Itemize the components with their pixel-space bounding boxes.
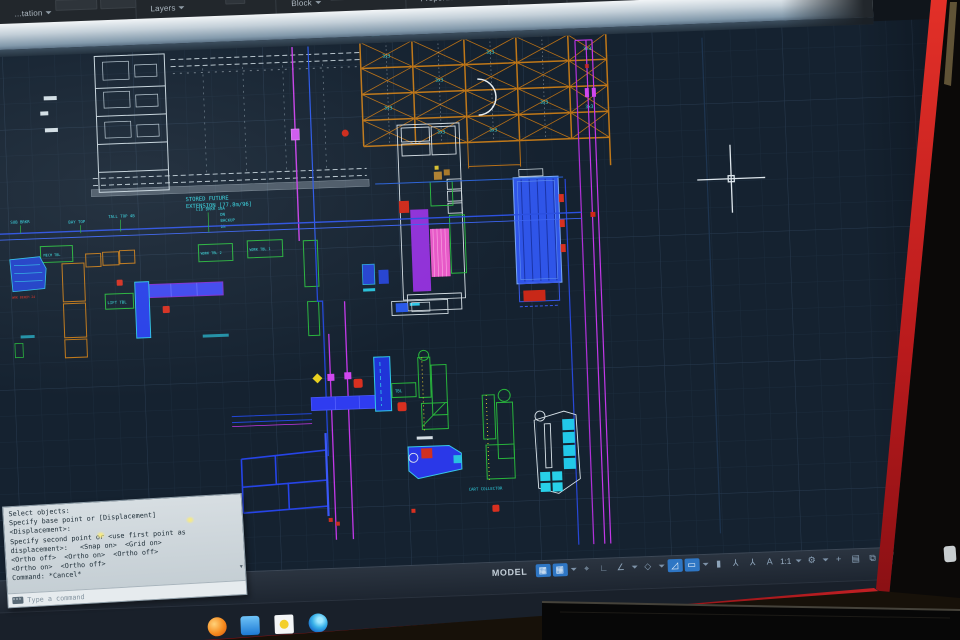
annotation-scale-icon[interactable]: A <box>762 555 777 569</box>
ribbon-panel-layers[interactable]: Layers <box>150 3 185 13</box>
svg-text:TALL TOP 4B: TALL TOP 4B <box>108 213 135 219</box>
photo-of-monitor: STORED FUTURE EXTENSION [77.8m/96] DN BA… <box>0 0 960 640</box>
polar-tracking-toggle[interactable]: ∠ <box>613 561 628 575</box>
panel-separator <box>405 0 407 9</box>
svg-text:WORK TBL 1: WORK TBL 1 <box>249 247 270 252</box>
chevron-down-icon[interactable] <box>822 558 828 561</box>
settings-gear-icon[interactable]: ⚙ <box>804 554 819 568</box>
isolate-objects-icon[interactable]: ▤ <box>848 552 863 566</box>
svg-text:LIFT TBL: LIFT TBL <box>107 299 127 305</box>
autoscale-toggle[interactable]: ⅄ <box>745 556 760 570</box>
svg-text:3x3: 3x3 <box>437 129 446 135</box>
osnap-toggle[interactable]: ▭ <box>684 558 699 572</box>
snap-toggle[interactable]: ▦ <box>552 563 567 577</box>
keyboard-icon <box>12 597 23 605</box>
command-placeholder: Type a command <box>27 593 85 604</box>
grid-toggle[interactable]: ▦ <box>535 564 550 578</box>
taskbar-icon-photos[interactable] <box>274 614 294 634</box>
scrollbar-arrow-icon[interactable]: ▾ <box>240 563 243 570</box>
dynamic-input-toggle[interactable]: ⌖ <box>579 562 594 576</box>
command-window[interactable]: Select objects: Specify base point or [D… <box>2 493 247 608</box>
chevron-down-icon[interactable] <box>658 564 664 567</box>
svg-text:3x3: 3x3 <box>489 127 498 133</box>
chevron-down-icon <box>46 11 52 14</box>
isometric-toggle[interactable]: ◇ <box>640 560 655 574</box>
ribbon-button[interactable] <box>225 0 245 5</box>
svg-text:3x3: 3x3 <box>435 77 444 83</box>
ribbon-button[interactable] <box>55 0 97 11</box>
lineweight-toggle[interactable]: ▮ <box>711 557 726 571</box>
svg-text:3x3: 3x3 <box>384 105 393 111</box>
chevron-down-icon[interactable] <box>795 559 801 562</box>
annotation-visibility-toggle[interactable]: ⅄ <box>728 557 743 571</box>
taskbar-icon-edge[interactable] <box>308 613 328 633</box>
command-history: Select objects: Specify base point or [D… <box>3 494 245 585</box>
svg-text:SUB BRKR: SUB BRKR <box>10 219 30 225</box>
plus-customization-icon[interactable]: + <box>831 553 846 567</box>
svg-text:BACKUP: BACKUP <box>220 217 235 223</box>
hardware-acceleration-icon[interactable]: ⧉ <box>865 551 880 565</box>
svg-text:3x3: 3x3 <box>486 49 495 55</box>
ribbon-panel-properties[interactable]: Properties <box>420 0 468 3</box>
svg-text:BAY TOP: BAY TOP <box>68 219 86 225</box>
ribbon-panel-block[interactable]: Block <box>291 0 321 8</box>
ribbon-button[interactable] <box>330 0 344 1</box>
panel-separator <box>135 0 137 19</box>
chevron-down-icon[interactable] <box>631 565 637 568</box>
svg-text:WORK TBL 2: WORK TBL 2 <box>201 251 222 256</box>
panel-separator <box>275 0 277 14</box>
svg-text:3x3: 3x3 <box>382 53 391 59</box>
ribbon-button[interactable] <box>100 0 136 9</box>
monitor-screen: STORED FUTURE EXTENSION [77.8m/96] DN BA… <box>0 0 960 640</box>
svg-text:3x3: 3x3 <box>585 104 594 110</box>
taskbar-icon-file-explorer[interactable] <box>240 616 260 636</box>
chevron-down-icon[interactable] <box>570 568 576 571</box>
chevron-down-icon[interactable] <box>702 563 708 566</box>
osnap-tracking-toggle[interactable]: ◿ <box>667 559 682 573</box>
svg-text:TBL: TBL <box>395 388 403 393</box>
ribbon-panel-annotation[interactable]: ...tation <box>14 8 51 18</box>
svg-text:MECH TBL: MECH TBL <box>44 253 61 258</box>
taskbar-clock[interactable]: 2:36 PM 6/20/2022 <box>905 548 960 568</box>
svg-text:3x3: 3x3 <box>540 99 549 105</box>
chevron-down-icon <box>179 6 185 9</box>
taskbar-icon-firefox[interactable] <box>207 617 227 637</box>
clean-screen-icon[interactable] <box>882 551 895 563</box>
annotation-scale-value[interactable]: 1:1 <box>780 557 791 566</box>
ortho-toggle[interactable]: ∟ <box>596 561 611 575</box>
svg-text:DN: DN <box>220 212 226 217</box>
svg-text:3x3: 3x3 <box>583 46 592 52</box>
chevron-down-icon <box>315 1 321 4</box>
model-tab[interactable]: MODEL <box>492 566 528 577</box>
